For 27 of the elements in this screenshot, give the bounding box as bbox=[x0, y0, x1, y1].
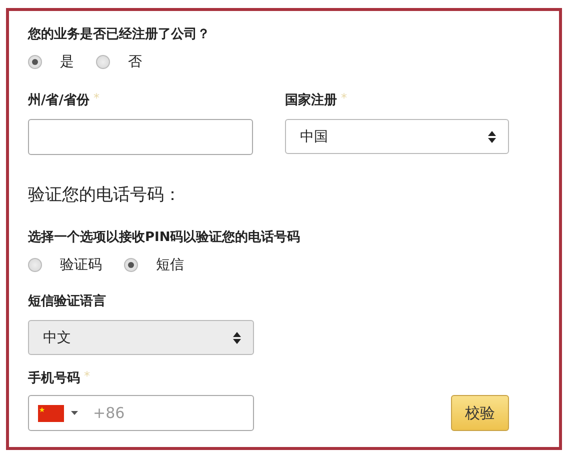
language-select[interactable]: 中文 bbox=[28, 320, 254, 355]
updown-icon bbox=[488, 130, 496, 142]
radio-button[interactable] bbox=[124, 258, 138, 272]
required-mark: * bbox=[341, 91, 347, 105]
field-label: 州/省/省份 bbox=[28, 92, 90, 109]
radio-button[interactable] bbox=[28, 55, 42, 69]
radio-button[interactable] bbox=[96, 55, 110, 69]
section-heading: 验证您的电话号码： bbox=[28, 184, 182, 206]
field-label: 手机号码 bbox=[28, 370, 80, 387]
field-label: 国家注册 bbox=[285, 92, 337, 109]
radio-button[interactable] bbox=[28, 258, 42, 272]
flag-icon bbox=[38, 404, 64, 422]
radio-label: 否 bbox=[128, 53, 142, 71]
radio-label: 验证码 bbox=[60, 256, 102, 274]
radio-label: 短信 bbox=[156, 256, 184, 274]
country-select[interactable]: 中国 bbox=[285, 119, 509, 154]
caret-icon bbox=[71, 411, 78, 415]
phone-field[interactable]: +86 bbox=[28, 395, 254, 431]
input-field[interactable] bbox=[28, 119, 253, 155]
required-mark: * bbox=[84, 369, 90, 383]
question-label: 您的业务是否已经注册了公司？ bbox=[28, 26, 211, 43]
verify-button[interactable]: 校验 bbox=[451, 395, 509, 431]
updown-icon bbox=[233, 332, 241, 344]
required-mark: * bbox=[94, 91, 100, 105]
field-label: 短信验证语言 bbox=[28, 292, 107, 310]
question-label: 选择一个选项以接收PIN码以验证您的电话号码 bbox=[28, 228, 302, 246]
radio-label: 是 bbox=[60, 53, 74, 71]
